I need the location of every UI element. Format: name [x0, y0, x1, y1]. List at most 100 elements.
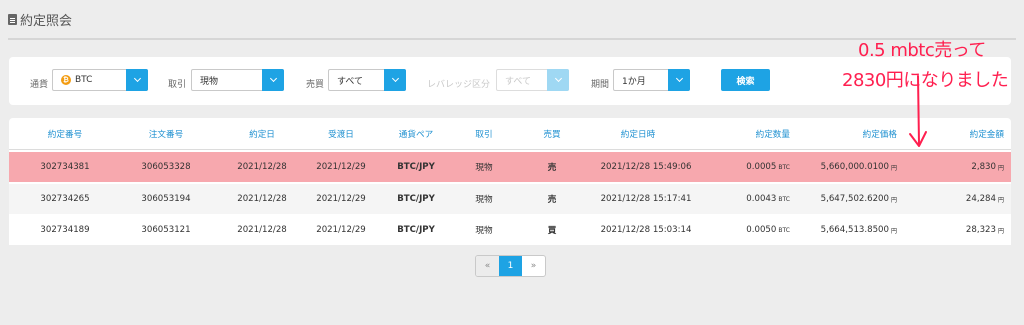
- price-value: 5,647,502.6200: [820, 194, 889, 204]
- search-button[interactable]: 検索: [721, 69, 770, 91]
- chevron-down-icon: [269, 74, 277, 83]
- prev-page-button[interactable]: «: [476, 256, 499, 276]
- trade-dropdown-button[interactable]: [262, 69, 284, 91]
- currency-label: 通貨: [30, 80, 49, 90]
- col-trade[interactable]: 取引: [475, 118, 492, 149]
- qty: 0.0050 BTC: [746, 215, 790, 245]
- col-settle-date[interactable]: 受渡日: [328, 118, 354, 149]
- table-header-row: 約定番号 注文番号 約定日 受渡日 通貨ペア 取引 売買 約定日時 約定数量 約…: [9, 118, 1011, 150]
- qty-value: 0.0043: [746, 194, 777, 204]
- chevron-down-icon: [391, 74, 399, 83]
- leverage-select[interactable]: すべて: [496, 69, 569, 91]
- annotation-line-1: 0.5 mbtc売って: [858, 40, 986, 61]
- qty-value: 0.0050: [746, 225, 777, 235]
- price-value: 5,664,513.8500: [820, 225, 889, 235]
- price-value: 5,660,000.0100: [820, 162, 889, 172]
- amount-unit: 円: [997, 196, 1004, 204]
- qty: 0.0005 BTC: [746, 152, 790, 182]
- settle-date: 2021/12/29: [316, 225, 366, 235]
- amount-unit: 円: [997, 164, 1004, 172]
- qty-value: 0.0005: [746, 162, 777, 172]
- col-side[interactable]: 売買: [543, 118, 560, 149]
- trade-select[interactable]: 現物: [191, 69, 284, 91]
- pagination: « 1 »: [475, 255, 546, 277]
- trade-label: 取引: [168, 80, 187, 90]
- buysell-value: すべて: [337, 76, 364, 87]
- currency-select[interactable]: ₿ BTC: [52, 69, 148, 91]
- col-price[interactable]: 約定価格: [863, 118, 897, 149]
- exec-datetime: 2021/12/28 15:49:06: [600, 162, 692, 172]
- chevron-down-icon: [554, 74, 562, 83]
- period-dropdown-button[interactable]: [668, 69, 690, 91]
- amount-value: 24,284: [965, 194, 996, 204]
- table-row[interactable]: 302734265 306053194 2021/12/28 2021/12/2…: [9, 184, 1011, 214]
- price: 5,664,513.8500 円: [821, 215, 897, 245]
- period-label: 期間: [591, 80, 610, 90]
- col-order-no[interactable]: 注文番号: [149, 118, 183, 149]
- chevron-down-icon: [133, 74, 141, 83]
- exec-date: 2021/12/28: [237, 194, 287, 204]
- buysell-dropdown-button[interactable]: [384, 69, 406, 91]
- pair: BTC/JPY: [397, 194, 435, 204]
- page-1-button[interactable]: 1: [499, 256, 522, 276]
- col-amount[interactable]: 約定金額: [970, 118, 1004, 149]
- amount-value: 28,323: [965, 225, 996, 235]
- amount: 2,830 円: [971, 152, 1004, 182]
- exec-no: 302734265: [40, 194, 90, 204]
- chevron-down-icon: [675, 74, 683, 83]
- qty-unit: BTC: [778, 163, 790, 171]
- col-qty[interactable]: 約定数量: [756, 118, 790, 149]
- leverage-dropdown-button[interactable]: [547, 69, 569, 91]
- currency-value: BTC: [75, 75, 93, 85]
- side: 買: [547, 226, 557, 236]
- exec-date: 2021/12/28: [237, 162, 287, 172]
- exec-no: 302734381: [40, 162, 90, 172]
- side: 売: [547, 163, 557, 173]
- col-exec-date[interactable]: 約定日: [249, 118, 275, 149]
- trade-type: 現物: [475, 195, 493, 205]
- document-icon: [8, 14, 17, 25]
- trade-type: 現物: [475, 163, 493, 173]
- leverage-value: すべて: [505, 76, 532, 87]
- exec-date: 2021/12/28: [237, 225, 287, 235]
- price-unit: 円: [890, 227, 897, 235]
- trade-type: 現物: [475, 226, 493, 236]
- col-pair[interactable]: 通貨ペア: [399, 118, 433, 149]
- buysell-select[interactable]: すべて: [328, 69, 406, 91]
- page-title: 約定照会: [20, 14, 73, 29]
- qty-unit: BTC: [778, 195, 790, 203]
- order-no: 306053194: [141, 194, 191, 204]
- next-page-button[interactable]: »: [522, 256, 545, 276]
- leverage-label: レバレッジ区分: [427, 80, 491, 90]
- qty: 0.0043 BTC: [746, 184, 790, 214]
- exec-no: 302734189: [40, 225, 90, 235]
- pair: BTC/JPY: [397, 162, 435, 172]
- buysell-label: 売買: [306, 80, 325, 90]
- settle-date: 2021/12/29: [316, 162, 366, 172]
- col-exec-no[interactable]: 約定番号: [48, 118, 82, 149]
- qty-unit: BTC: [778, 226, 790, 234]
- currency-dropdown-button[interactable]: [126, 69, 148, 91]
- amount-value: 2,830: [971, 162, 996, 172]
- amount: 28,323 円: [966, 215, 1004, 245]
- price: 5,647,502.6200 円: [821, 184, 897, 214]
- trade-value: 現物: [200, 76, 219, 87]
- executions-table: 約定番号 注文番号 約定日 受渡日 通貨ペア 取引 売買 約定日時 約定数量 約…: [9, 118, 1011, 245]
- pair: BTC/JPY: [397, 225, 435, 235]
- annotation-arrow-icon: [909, 75, 927, 147]
- bitcoin-icon: ₿: [61, 75, 71, 85]
- amount: 24,284 円: [966, 184, 1004, 214]
- table-row[interactable]: 302734381 306053328 2021/12/28 2021/12/2…: [9, 152, 1011, 182]
- price-unit: 円: [890, 164, 897, 172]
- price-unit: 円: [890, 196, 897, 204]
- period-select[interactable]: 1か月: [613, 69, 690, 91]
- exec-datetime: 2021/12/28 15:17:41: [600, 194, 692, 204]
- table-row[interactable]: 302734189 306053121 2021/12/28 2021/12/2…: [9, 215, 1011, 245]
- col-datetime[interactable]: 約定日時: [621, 118, 655, 149]
- price: 5,660,000.0100 円: [821, 152, 897, 182]
- exec-datetime: 2021/12/28 15:03:14: [600, 225, 692, 235]
- page-header: 約定照会: [8, 10, 72, 29]
- order-no: 306053328: [141, 162, 191, 172]
- side: 売: [547, 195, 557, 205]
- order-no: 306053121: [141, 225, 191, 235]
